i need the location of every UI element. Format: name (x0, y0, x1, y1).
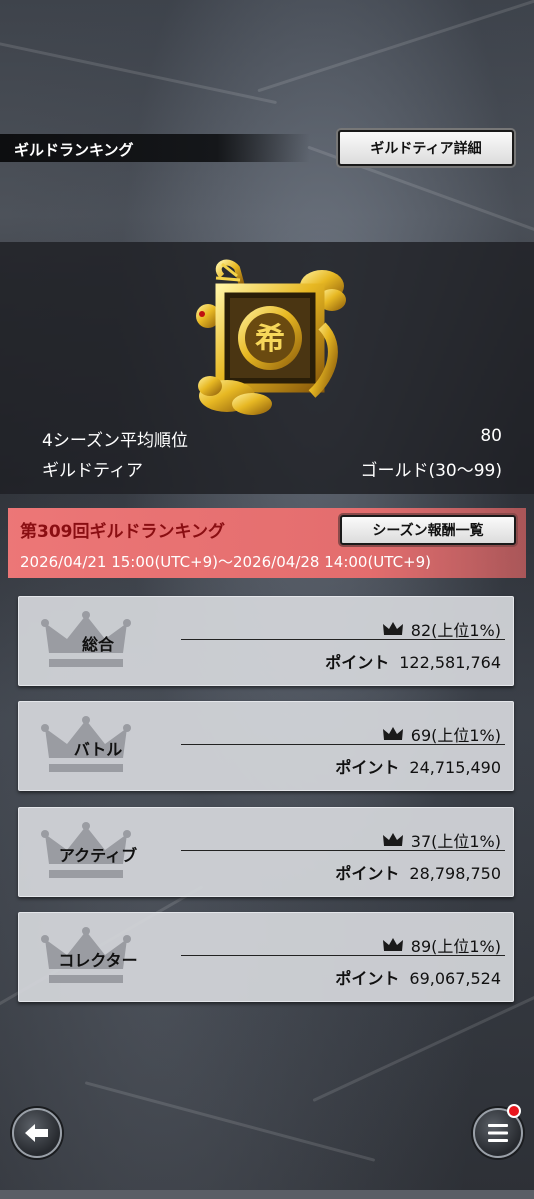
points-value: 28,798,750 (409, 864, 501, 883)
category-label: コレクター (58, 951, 138, 970)
season-period: 2026/04/21 15:00(UTC+9)〜2026/04/28 14:00… (20, 553, 432, 571)
ranking-header-bar: ギルドランキング (0, 134, 310, 162)
points-value: 24,715,490 (409, 758, 501, 777)
emblem-glyph: 希 (255, 322, 285, 357)
avg-rank-label: 4シーズン平均順位 (42, 431, 188, 451)
season-title: 第309回ギルドランキング (20, 522, 225, 542)
points-label: ポイント (335, 758, 400, 777)
category-card-collector[interactable]: コレクター 89(上位1%) ポイント 69,067,524 (18, 912, 514, 1002)
category-card-active[interactable]: アクティブ 37(上位1%) ポイント 28,798,750 (18, 807, 514, 897)
category-card-battle[interactable]: バトル 69(上位1%) ポイント 24,715,490 (18, 701, 514, 791)
guild-tier-detail-button[interactable]: ギルドティア詳細 (338, 130, 514, 166)
guild-tier-label: ギルドティア (42, 461, 143, 481)
rank-value: 82(上位1%) (410, 621, 501, 640)
page-title: ギルドランキング (14, 141, 134, 159)
points-label: ポイント (335, 864, 400, 883)
guild-tier-row: ギルドティア ゴールド(30〜99) (42, 456, 502, 481)
rank-row: 37(上位1%) (382, 828, 501, 852)
category-card-overall[interactable]: 総合 82(上位1%) ポイント 122,581,764 (18, 596, 514, 686)
category-label: アクティブ (58, 846, 138, 865)
season-rewards-button[interactable]: シーズン報酬一覧 (340, 515, 516, 545)
rank-row: 82(上位1%) (382, 617, 501, 641)
avg-rank-row: 4シーズン平均順位 80 (42, 426, 502, 451)
points-row: ポイント 69,067,524 (335, 965, 501, 989)
category-label: バトル (73, 740, 123, 759)
avg-rank-value: 80 (480, 426, 502, 446)
points-row: ポイント 28,798,750 (335, 860, 501, 884)
crown-icon (382, 622, 403, 635)
rank-value: 69(上位1%) (410, 726, 501, 745)
points-value: 69,067,524 (409, 969, 501, 988)
bottom-strip (0, 1190, 534, 1199)
crown-icon (382, 727, 403, 740)
back-arrow-icon (25, 1124, 48, 1142)
crown-icon (382, 833, 403, 846)
points-row: ポイント 122,581,764 (325, 649, 501, 673)
points-row: ポイント 24,715,490 (335, 754, 501, 778)
points-value: 122,581,764 (399, 653, 501, 672)
rank-value: 89(上位1%) (410, 937, 501, 956)
crown-icon (382, 938, 403, 951)
guild-tier-value: ゴールド(30〜99) (360, 461, 502, 481)
points-label: ポイント (325, 653, 390, 672)
rank-row: 89(上位1%) (382, 933, 501, 957)
notification-badge (507, 1104, 521, 1118)
points-label: ポイント (335, 969, 400, 988)
gold-tier-emblem-icon: 希 (196, 259, 346, 415)
category-label: 総合 (81, 635, 114, 654)
rank-value: 37(上位1%) (410, 832, 501, 851)
back-button[interactable] (12, 1108, 62, 1158)
rank-row: 69(上位1%) (382, 722, 501, 746)
